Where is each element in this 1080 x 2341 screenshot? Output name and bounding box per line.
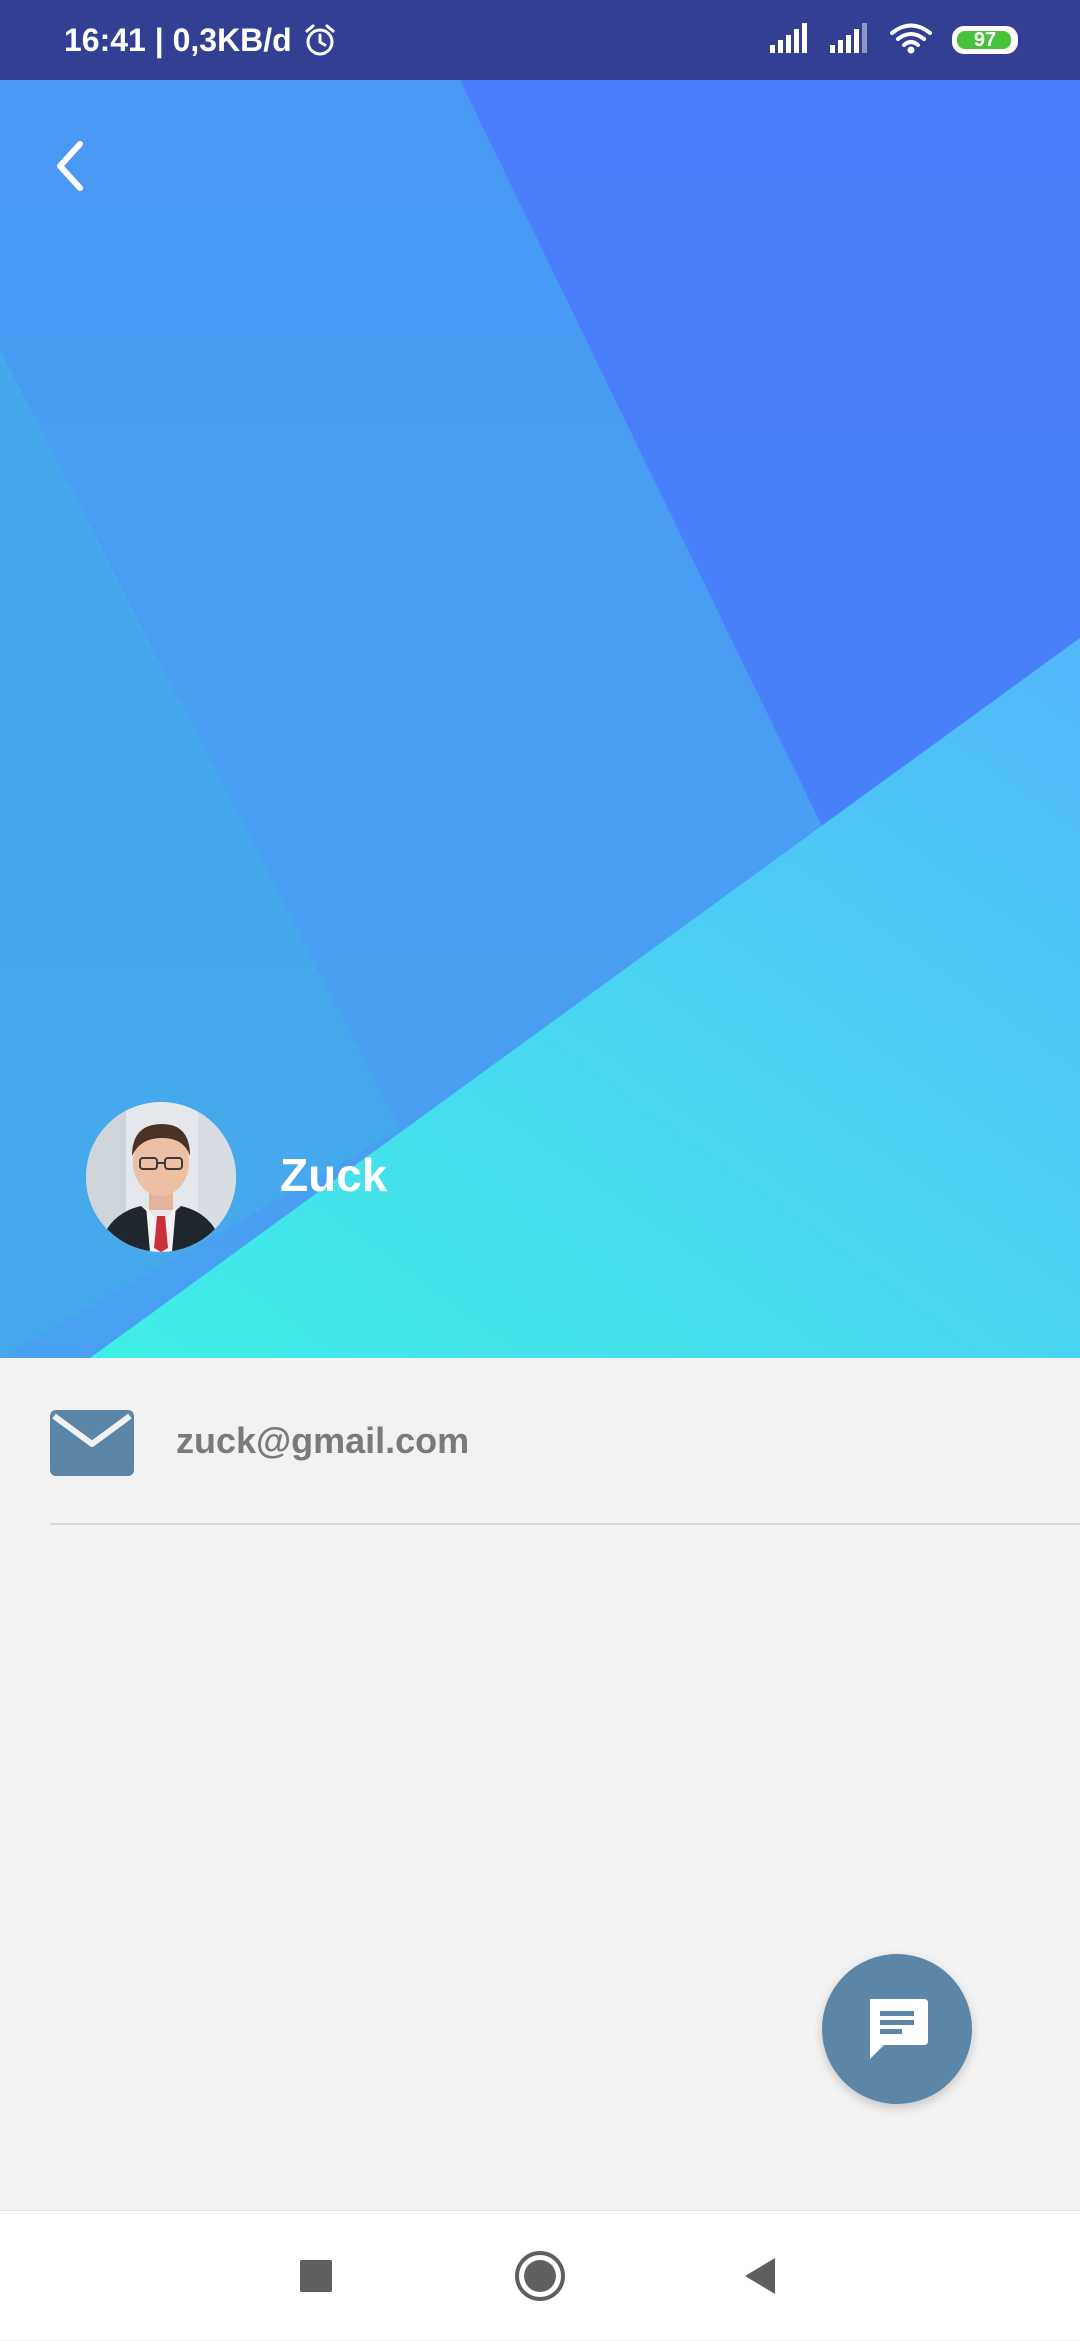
home-circle-icon xyxy=(515,2251,565,2301)
avatar xyxy=(86,1102,236,1252)
signal-icon-secondary xyxy=(830,22,870,58)
status-right: 97 xyxy=(770,0,1018,80)
profile-photo xyxy=(86,1102,236,1252)
message-icon xyxy=(870,1999,928,2059)
status-bar: 16:41 | 0,3KB/d 97 xyxy=(0,0,1080,80)
email-address: zuck@gmail.com xyxy=(176,1420,470,1461)
recents-button[interactable] xyxy=(256,2211,376,2341)
status-left: 16:41 | 0,3KB/d xyxy=(64,0,338,80)
system-back-button[interactable] xyxy=(700,2211,820,2341)
message-button[interactable] xyxy=(822,1954,972,2104)
back-triangle-icon xyxy=(745,2258,775,2294)
email-row[interactable]: zuck@gmail.com xyxy=(0,1358,1080,1524)
battery-level: 97 xyxy=(973,29,997,51)
profile-name: Zuck xyxy=(280,1149,388,1201)
navigation-bar xyxy=(0,2210,1080,2340)
battery-icon: 97 xyxy=(952,26,1018,54)
home-button[interactable] xyxy=(480,2211,600,2341)
profile-header: Zuck xyxy=(0,80,1080,1358)
recents-square-icon xyxy=(300,2260,332,2292)
status-time: 16:41 | 0,3KB/d xyxy=(64,21,292,58)
divider xyxy=(50,1523,1080,1525)
back-button[interactable] xyxy=(38,134,102,198)
mail-icon xyxy=(50,1410,134,1476)
chevron-left-icon xyxy=(57,141,83,191)
alarm-icon xyxy=(302,22,338,58)
signal-icon xyxy=(770,22,810,58)
wifi-icon xyxy=(890,22,932,59)
